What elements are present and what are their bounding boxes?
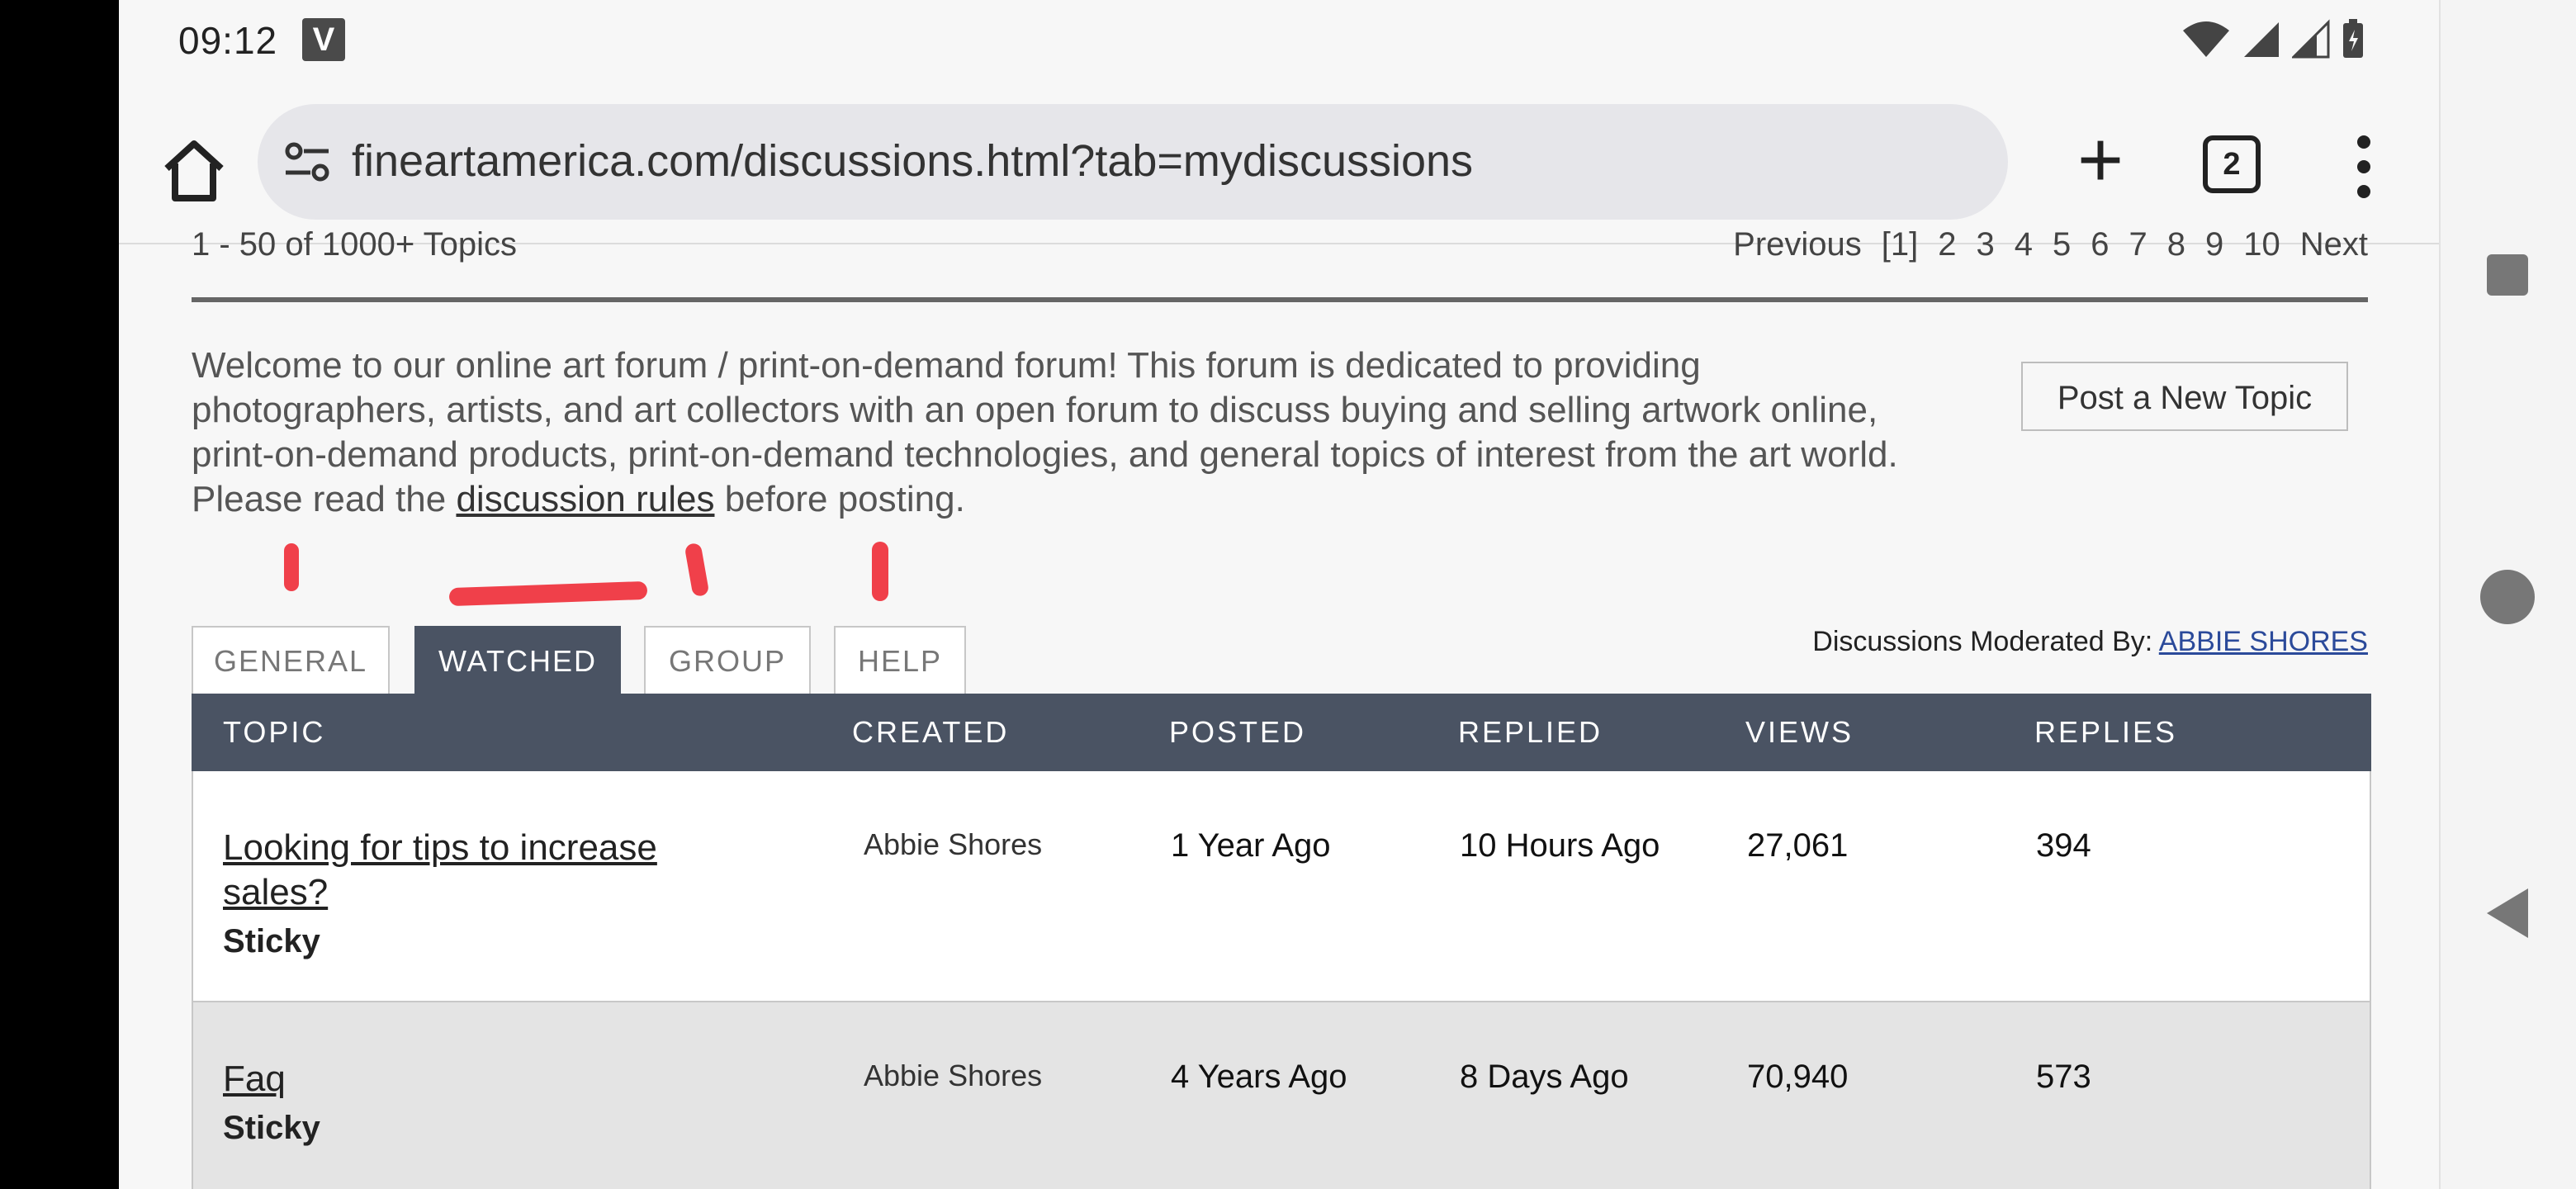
status-bar: 09:12 V — [119, 0, 2439, 83]
posted-time: 4 Years Ago — [1171, 1059, 1347, 1095]
forum-intro: Welcome to our online art forum / print-… — [192, 343, 1917, 522]
topic-link[interactable]: Looking for tips to increase sales? — [223, 826, 735, 915]
new-tab-icon[interactable]: + — [2059, 121, 2142, 203]
tab-help[interactable]: HELP — [834, 626, 966, 694]
pager-page[interactable]: 10 — [2243, 226, 2280, 263]
signal-2-icon — [2292, 19, 2330, 59]
col-replies: REPLIES — [2034, 715, 2178, 749]
table-header: TOPIC CREATED POSTED REPLIED VIEWS REPLI… — [192, 694, 2371, 771]
post-new-topic-button[interactable]: Post a New Topic — [2021, 362, 2348, 431]
created-by: Abbie Shores — [864, 1059, 1043, 1092]
pager-page[interactable]: [1] — [1882, 226, 1918, 263]
tab-watched[interactable]: WATCHED — [414, 626, 621, 694]
tab-group[interactable]: GROUP — [644, 626, 811, 694]
annotation-mark — [684, 542, 710, 598]
replies-count: 394 — [2036, 827, 2091, 864]
address-bar[interactable]: fineartamerica.com/discussions.html?tab=… — [258, 104, 2008, 220]
pager-page[interactable]: 8 — [2167, 226, 2185, 263]
app-notification-icon: V — [302, 18, 345, 61]
divider — [192, 297, 2368, 302]
page-content: 1 - 50 of 1000+ Topics Previous [1] 2 3 … — [119, 226, 2439, 1189]
battery-icon — [2343, 19, 2363, 58]
pagination-bar: 1 - 50 of 1000+ Topics Previous [1] 2 3 … — [192, 226, 2368, 272]
site-settings-icon[interactable] — [282, 141, 332, 182]
status-time: 09:12 — [178, 19, 278, 62]
pager-page[interactable]: 4 — [2015, 226, 2033, 263]
topic-count: 1 - 50 of 1000+ Topics — [192, 226, 517, 263]
discussion-rules-link[interactable]: discussion rules — [456, 479, 714, 519]
recents-icon[interactable] — [2487, 254, 2528, 296]
views-count: 27,061 — [1747, 827, 1849, 864]
browser-toolbar: fineartamerica.com/discussions.html?tab=… — [119, 83, 2439, 244]
posted-time: 1 Year Ago — [1171, 827, 1331, 864]
col-posted: POSTED — [1169, 715, 1307, 749]
sticky-label: Sticky — [223, 1110, 320, 1146]
pagination-links: Previous [1] 2 3 4 5 6 7 8 9 10 Next — [1733, 226, 2368, 263]
sticky-label: Sticky — [223, 923, 320, 959]
intro-text: Welcome to our online art forum / print-… — [192, 345, 1898, 519]
col-views: VIEWS — [1745, 715, 1854, 749]
home-nav-icon[interactable] — [2480, 570, 2535, 624]
table-row: Faq Sticky Abbie Shores 4 Years Ago 8 Da… — [192, 1002, 2371, 1189]
home-icon[interactable] — [157, 132, 231, 206]
pager-page[interactable]: 7 — [2129, 226, 2147, 263]
topic-link[interactable]: Faq — [223, 1057, 735, 1101]
more-menu-icon[interactable] — [2351, 134, 2376, 200]
pager-previous[interactable]: Previous — [1733, 226, 1862, 263]
annotation-mark — [284, 543, 299, 591]
moderator-link[interactable]: ABBIE SHORES — [2159, 626, 2368, 657]
views-count: 70,940 — [1747, 1059, 1849, 1095]
system-nav-bar — [2439, 0, 2576, 1189]
tab-switcher-button[interactable]: 2 — [2203, 135, 2261, 193]
left-black-edge — [0, 0, 119, 1189]
back-icon[interactable] — [2487, 888, 2528, 938]
annotation-mark — [448, 580, 648, 607]
table-row: Looking for tips to increase sales? Stic… — [192, 771, 2371, 1002]
replied-time: 8 Days Ago — [1460, 1059, 1629, 1095]
wifi-icon — [2183, 21, 2229, 57]
pager-page[interactable]: 2 — [1938, 226, 1956, 263]
signal-icon — [2244, 22, 2279, 57]
col-created: CREATED — [852, 715, 1010, 749]
pager-page[interactable]: 3 — [1977, 226, 1995, 263]
replied-time: 10 Hours Ago — [1460, 827, 1660, 864]
replies-count: 573 — [2036, 1059, 2091, 1095]
url-text[interactable]: fineartamerica.com/discussions.html?tab=… — [352, 135, 1473, 187]
annotation-mark — [872, 542, 888, 601]
phone-screen: 09:12 V fineartamerica.com/discussions.h… — [119, 0, 2439, 1189]
pager-page[interactable]: 6 — [2091, 226, 2109, 263]
col-replied: REPLIED — [1458, 715, 1603, 749]
status-icons — [2181, 18, 2365, 59]
moderator-info: Discussions Moderated By: ABBIE SHORES — [1812, 626, 2368, 658]
pager-next[interactable]: Next — [2300, 226, 2368, 263]
pager-page[interactable]: 5 — [2053, 226, 2071, 263]
col-topic: TOPIC — [223, 715, 326, 749]
tab-general[interactable]: GENERAL — [192, 626, 390, 694]
intro-text-end: before posting. — [714, 479, 965, 519]
moderator-label: Discussions Moderated By: — [1812, 626, 2159, 657]
created-by: Abbie Shores — [864, 827, 1043, 861]
pager-page[interactable]: 9 — [2205, 226, 2223, 263]
